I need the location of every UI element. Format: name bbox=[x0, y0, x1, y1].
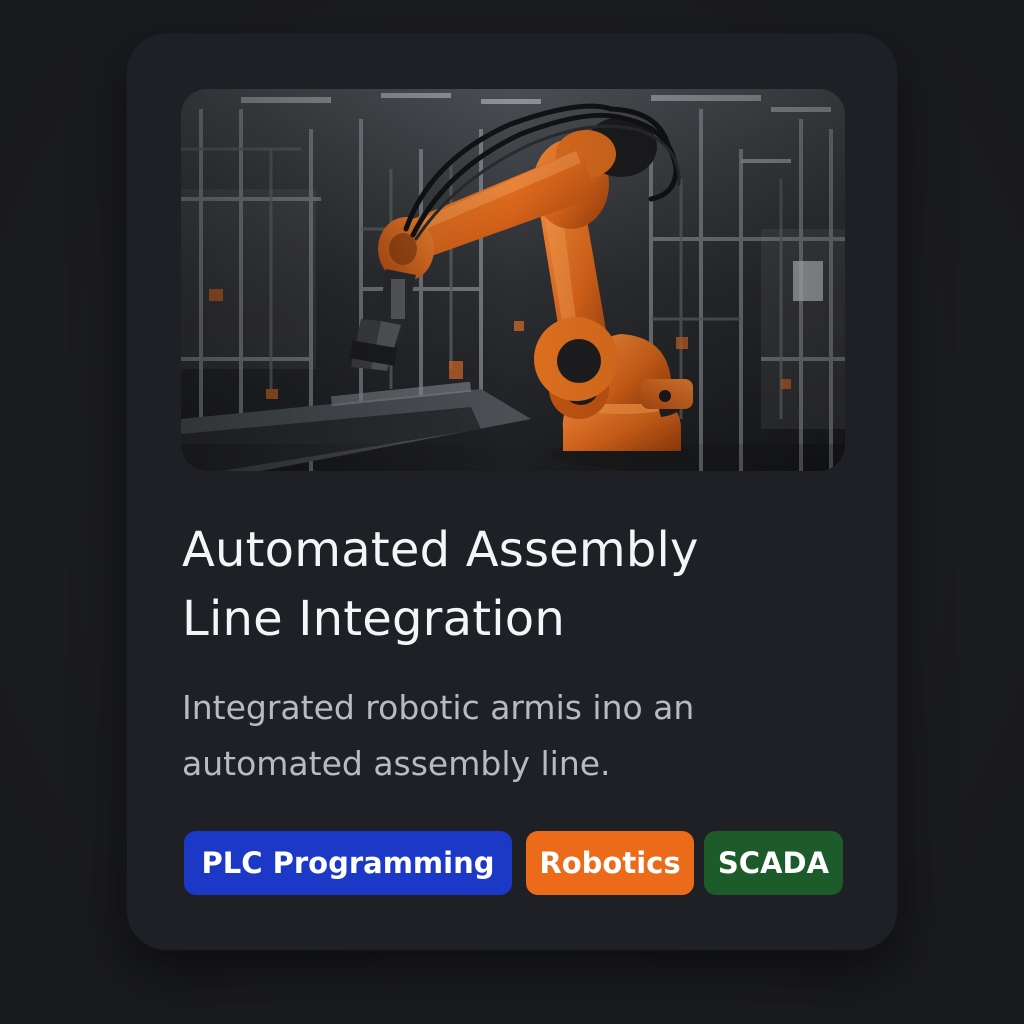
robotic-arm-illustration-icon bbox=[181, 89, 845, 471]
project-description: Integrated robotic armis ino an automate… bbox=[182, 680, 802, 792]
project-title-line-2: Line Integration bbox=[182, 591, 565, 647]
project-title: Automated Assembly Line Integration bbox=[182, 516, 842, 654]
project-title-line-1: Automated Assembly bbox=[182, 522, 699, 578]
tag-robotics[interactable]: Robotics bbox=[526, 831, 694, 895]
project-card[interactable]: Automated Assembly Line Integration Inte… bbox=[127, 34, 897, 950]
page-background: Automated Assembly Line Integration Inte… bbox=[0, 0, 1024, 1024]
project-image bbox=[181, 89, 845, 471]
tag-scada[interactable]: SCADA bbox=[704, 831, 843, 895]
project-description-line-1: Integrated robotic armis ino an bbox=[182, 688, 695, 727]
project-description-line-2: automated assembly line. bbox=[182, 744, 611, 783]
tag-plc-programming[interactable]: PLC Programming bbox=[184, 831, 512, 895]
